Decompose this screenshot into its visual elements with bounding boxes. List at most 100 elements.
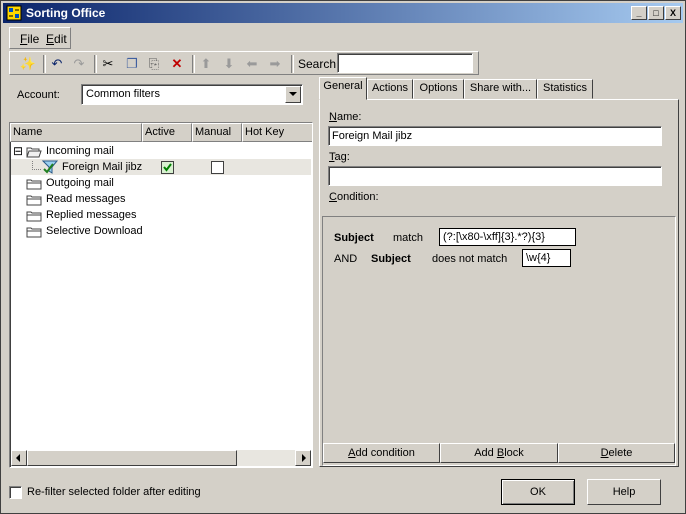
tree-connector — [32, 161, 41, 170]
maximize-button[interactable]: □ — [648, 6, 664, 20]
toolbar-separator — [192, 55, 195, 73]
cut-icon[interactable]: ✂ — [98, 55, 118, 73]
column-header-active[interactable]: Active — [142, 123, 192, 142]
dropdown-arrow-icon[interactable] — [285, 86, 301, 103]
menu-file[interactable]: File — [20, 32, 39, 46]
new-filter-icon[interactable]: ✨ — [18, 55, 38, 73]
refilter-checkbox[interactable] — [9, 486, 22, 499]
name-label-mnemonic: N — [329, 111, 337, 123]
delete-condition-button[interactable]: Delete — [558, 443, 675, 463]
scroll-left-button[interactable] — [11, 450, 27, 466]
close-button[interactable]: X — [665, 6, 681, 20]
condition-2-value[interactable]: \w{4} — [522, 249, 571, 267]
column-header-manual[interactable]: Manual — [192, 123, 242, 142]
folder-icon — [26, 179, 42, 190]
add-block-button[interactable]: Add Block — [440, 443, 558, 463]
tree-item-outgoing-mail[interactable]: Outgoing mail — [46, 175, 114, 191]
tree-item-read-messages[interactable]: Read messages — [46, 191, 126, 207]
tab-statistics[interactable]: Statistics — [537, 79, 593, 99]
tab-share-with[interactable]: Share with... — [464, 79, 537, 99]
filter-tree-panel: Account: Common filters Name Active Manu… — [7, 77, 313, 468]
help-button[interactable]: Help — [587, 479, 661, 505]
window-title: Sorting Office — [26, 6, 106, 20]
expand-collapse-icon[interactable]: ⊟ — [13, 143, 23, 159]
add-condition-button[interactable]: Add condition — [323, 443, 440, 463]
toolbar-separator — [43, 55, 46, 73]
tab-actions[interactable]: Actions — [367, 79, 413, 99]
move-up-icon[interactable]: ⬆ — [196, 55, 216, 73]
redo-icon[interactable]: ↷ — [69, 55, 89, 73]
paste-icon[interactable]: ⎘ — [144, 55, 164, 73]
scroll-right-button[interactable] — [295, 450, 311, 466]
folder-icon — [26, 195, 42, 206]
account-select[interactable]: Common filters — [81, 84, 303, 105]
delete-icon[interactable]: ✕ — [167, 55, 187, 73]
tab-options[interactable]: Options — [413, 79, 464, 99]
column-header-name[interactable]: Name — [10, 123, 142, 142]
undo-icon[interactable]: ↶ — [47, 55, 67, 73]
menu-file-text: ile — [27, 32, 40, 46]
column-header-hot-key[interactable]: Hot Key — [242, 123, 312, 142]
app-icon — [6, 5, 22, 21]
open-folder-icon — [26, 147, 42, 158]
active-checkbox[interactable] — [161, 161, 174, 174]
horizontal-scrollbar[interactable] — [11, 450, 311, 466]
refilter-label[interactable]: Re-filter selected folder after editing — [27, 486, 201, 498]
checkmark-icon — [162, 162, 173, 173]
add-block-prefix: Add — [474, 447, 497, 459]
copy-icon[interactable]: ❐ — [122, 55, 142, 73]
search-input[interactable] — [337, 53, 473, 73]
tag-field[interactable] — [328, 166, 662, 186]
condition-label: Condition: — [329, 191, 379, 203]
manual-checkbox[interactable] — [211, 161, 224, 174]
condition-2-join[interactable]: AND — [334, 253, 357, 265]
tab-general[interactable]: General — [319, 77, 367, 100]
general-tab-page: Name: Tag: Condition: Subject match (?:[… — [319, 99, 679, 467]
toolbar-separator — [94, 55, 97, 73]
minimize-button[interactable]: _ — [631, 6, 647, 20]
condition-label-mnemonic: C — [329, 191, 337, 203]
move-left-icon[interactable]: ⬅ — [242, 55, 262, 73]
condition-editor: Subject match (?:[\x80-\xff]{3}.*?){3} A… — [322, 216, 676, 466]
toolbar-separator — [291, 55, 294, 73]
tree-item-incoming-mail[interactable]: Incoming mail — [46, 143, 114, 159]
condition-1-operator[interactable]: match — [393, 232, 423, 244]
name-field[interactable] — [328, 126, 662, 146]
ok-button[interactable]: OK — [501, 479, 575, 505]
filter-funnel-icon — [42, 160, 59, 174]
condition-label-text: ondition: — [336, 191, 379, 203]
move-right-icon[interactable]: ➡ — [265, 55, 285, 73]
condition-1-field[interactable]: Subject — [334, 232, 374, 244]
add-condition-mnemonic: A — [348, 447, 356, 459]
menu-edit[interactable]: Edit — [46, 32, 67, 46]
name-label: Name: — [329, 111, 361, 123]
folder-icon — [26, 227, 42, 238]
tree-item-selective-download[interactable]: Selective Download — [46, 223, 143, 239]
menu-edit-mnemonic: E — [46, 32, 55, 46]
title-bar: Sorting Office _ □ X — [3, 3, 683, 23]
condition-1-value[interactable]: (?:[\x80-\xff]{3}.*?){3} — [439, 228, 576, 246]
menu-bar: File Edit — [9, 27, 71, 49]
tree-item-foreign-mail-jibz[interactable]: Foreign Mail jibz — [62, 159, 142, 175]
name-label-text: ame: — [336, 111, 362, 123]
tag-label: Tag: — [329, 151, 350, 163]
condition-2-field[interactable]: Subject — [371, 253, 411, 265]
search-label: Search — [298, 57, 337, 71]
folder-icon — [26, 211, 42, 222]
delete-text: elete — [608, 447, 633, 459]
move-down-icon[interactable]: ⬇ — [219, 55, 239, 73]
account-label: Account: — [17, 89, 60, 101]
add-condition-text: dd condition — [355, 447, 415, 459]
tree-item-replied-messages[interactable]: Replied messages — [46, 207, 137, 223]
scroll-left-arrow-icon — [16, 454, 20, 462]
scroll-right-arrow-icon — [302, 454, 306, 462]
menu-edit-text: dit — [54, 32, 67, 46]
sorting-office-window: Sorting Office _ □ X File Edit ✨ ↶ ↷ ✂ ❐… — [0, 0, 686, 514]
scrollbar-thumb[interactable] — [27, 450, 237, 466]
filter-tree: Name Active Manual Hot Key ⊟ Incoming ma… — [9, 122, 313, 468]
tag-label-text: ag: — [334, 151, 350, 163]
condition-2-operator[interactable]: does not match — [432, 253, 507, 265]
tab-strip: General Actions Options Share with... St… — [319, 77, 681, 100]
toolbar: ✨ ↶ ↷ ✂ ❐ ⎘ ✕ ⬆ ⬇ ⬅ ➡ Search — [9, 51, 479, 75]
add-block-text: lock — [504, 447, 524, 459]
